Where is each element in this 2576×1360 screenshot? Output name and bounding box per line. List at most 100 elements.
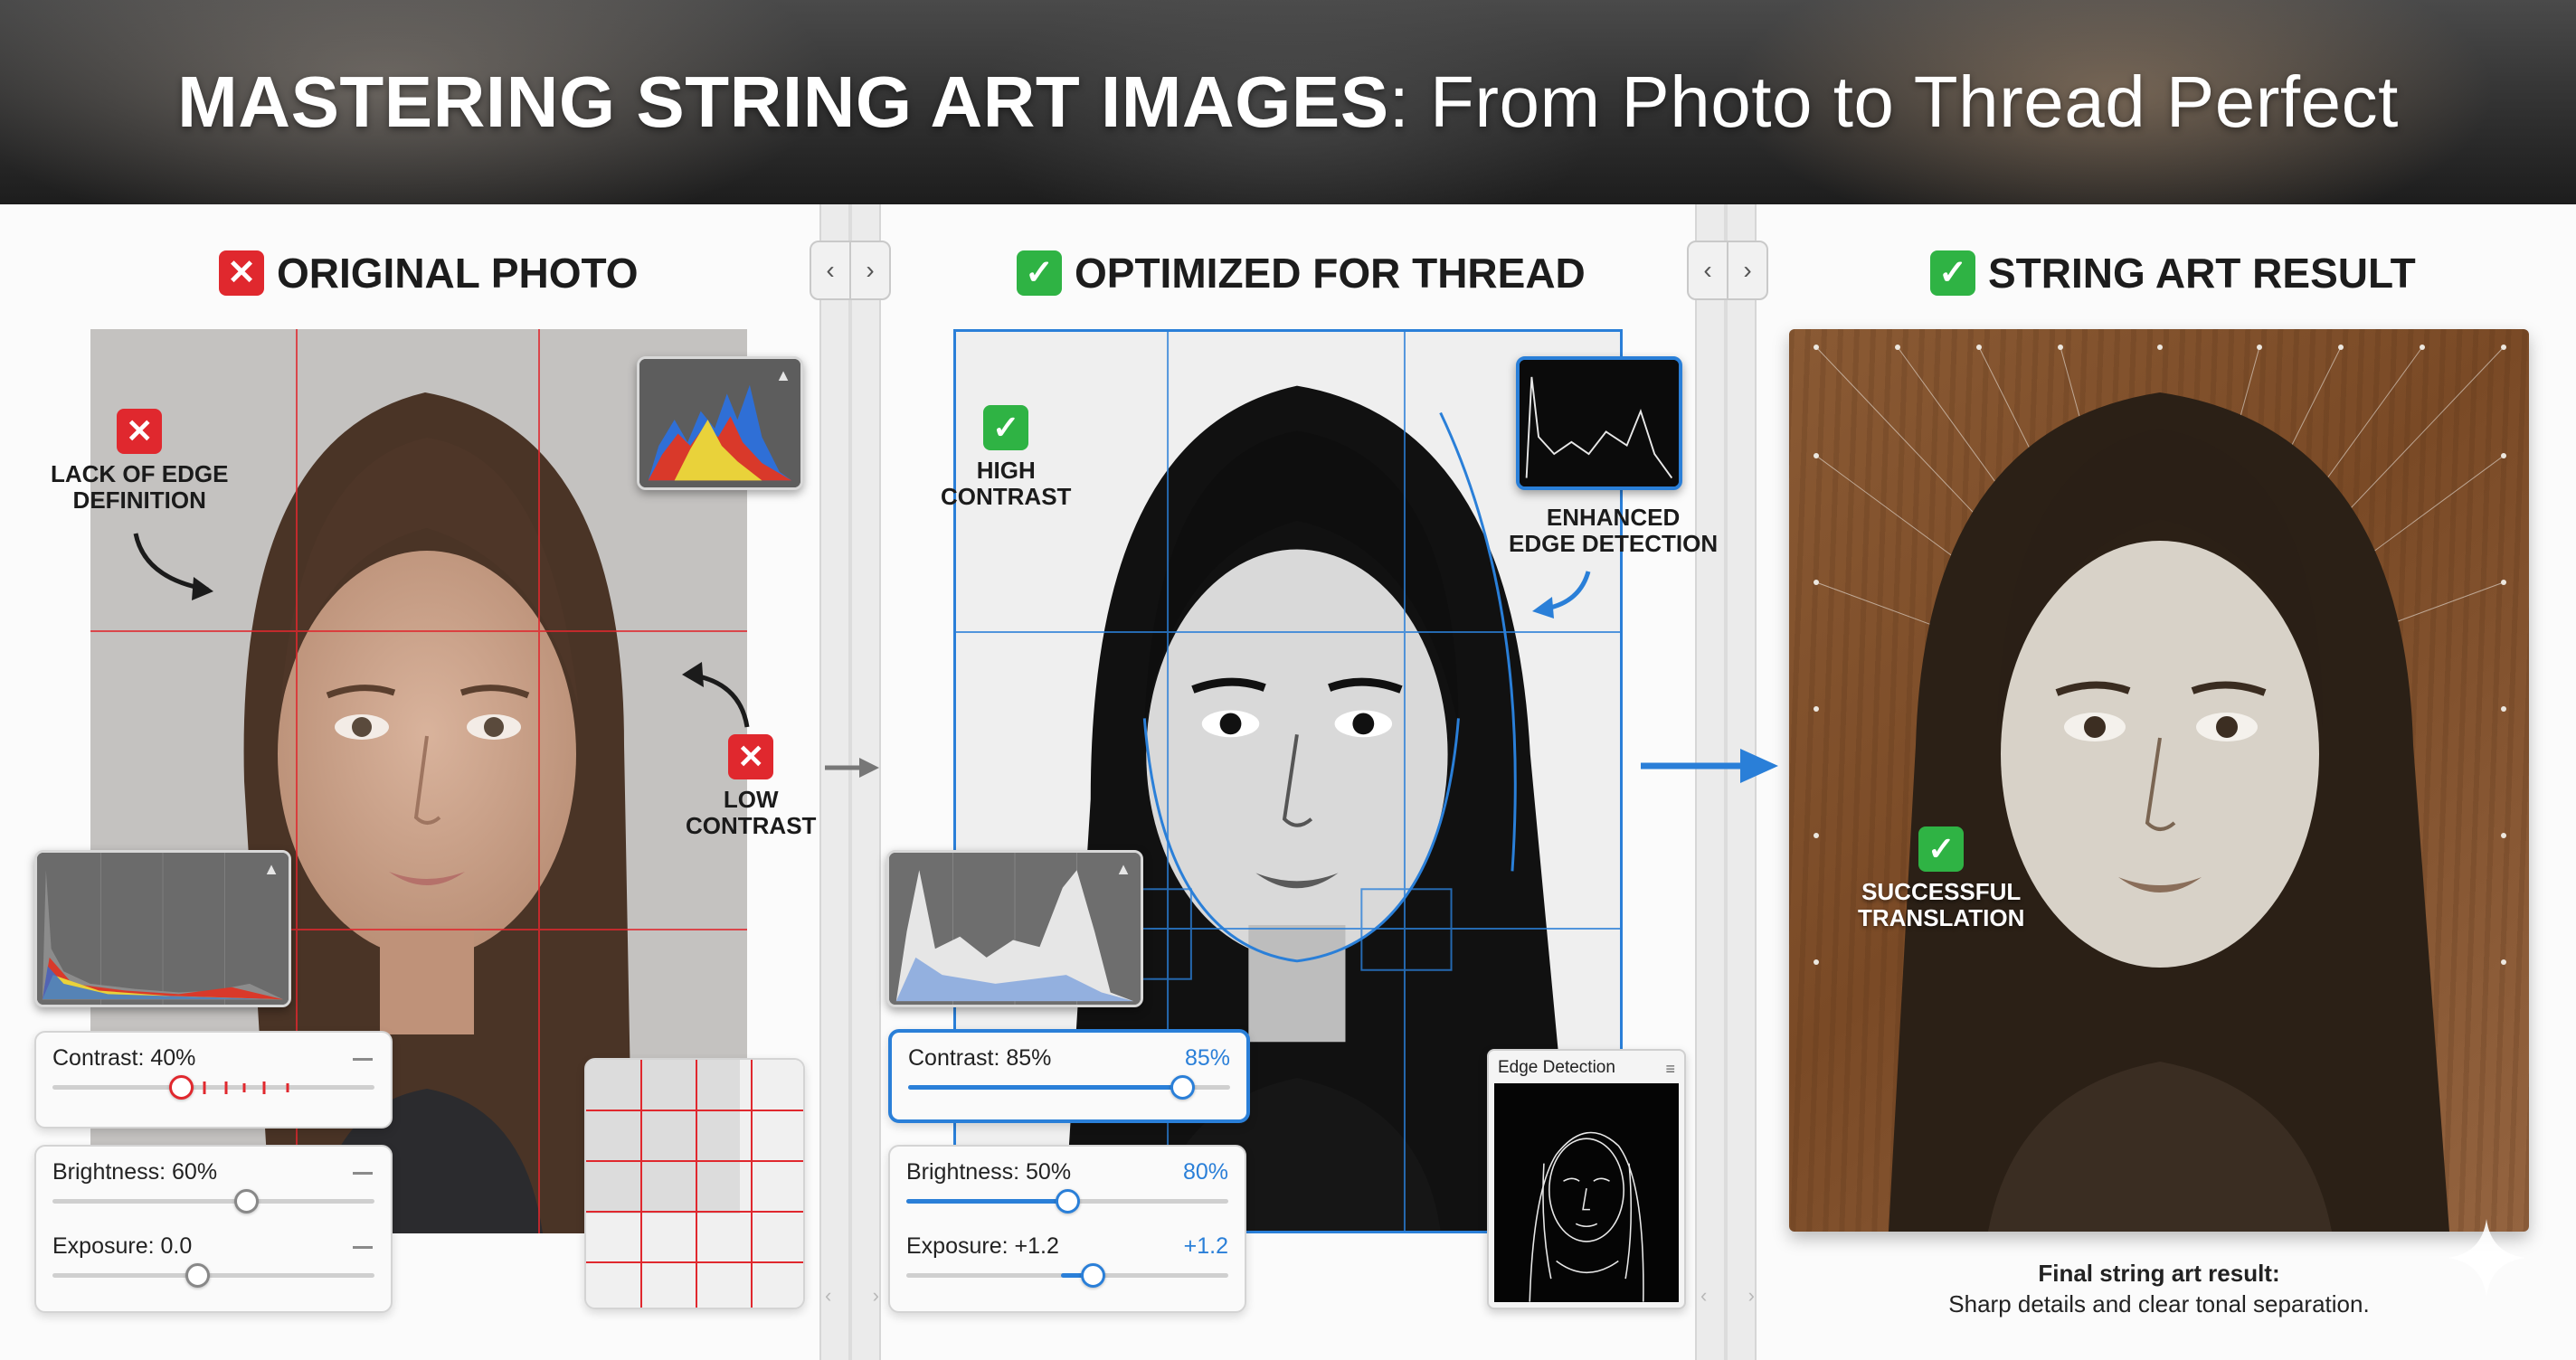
edge-sketch	[1529, 1131, 1644, 1302]
slider-label: Contrast: 85%	[908, 1045, 1052, 1071]
grid-overlay-thumbnail	[584, 1058, 805, 1309]
heading-optimized: ✓ OPTIMIZED FOR THREAD	[1017, 244, 1586, 302]
edge-detection-preview	[1494, 1083, 1679, 1302]
brightness-exposure-card: Brightness: 50% 80% Exposure: +1.2 +1.2	[888, 1145, 1246, 1313]
divider-nav-2: ‹ ›	[1687, 241, 1768, 300]
slider-label: Contrast: 40%	[52, 1045, 196, 1071]
menu-icon[interactable]: ≡	[1665, 1060, 1675, 1079]
slider-knob[interactable]	[185, 1263, 211, 1288]
divider-nav-1: ‹ ›	[810, 241, 891, 300]
heading-label: OPTIMIZED FOR THREAD	[1075, 250, 1586, 297]
exposure-slider[interactable]: Exposure: +1.2 +1.2	[906, 1233, 1228, 1297]
x-mark-icon: ✕	[219, 250, 264, 296]
histogram-graph	[889, 853, 1141, 1005]
slider-track[interactable]	[906, 1189, 1228, 1214]
slider-track[interactable]	[906, 1263, 1228, 1288]
slider-track[interactable]	[52, 1075, 374, 1100]
arrow-right-icon	[825, 758, 879, 778]
contrast-slider[interactable]: Contrast: 85% 85%	[908, 1045, 1230, 1109]
string-art-illustration	[1814, 345, 2506, 1232]
check-mark-icon: ✓	[983, 405, 1029, 450]
warning-icon: ▲	[775, 366, 791, 384]
heading-original-photo: ✕ ORIGINAL PHOTO	[219, 244, 639, 302]
slider-value: 80%	[1182, 1159, 1228, 1185]
brightness-slider[interactable]: Brightness: 60%	[52, 1159, 374, 1223]
slider-knob[interactable]	[1056, 1189, 1080, 1214]
callout-successful-translation: ✓ SUCCESSFUL TRANSLATION	[1858, 826, 2024, 931]
slider-fill	[908, 1085, 1182, 1090]
title-banner: MASTERING STRING ART IMAGES: From Photo …	[0, 0, 2576, 204]
curved-arrow-icon	[1532, 571, 1591, 619]
heading-label: ORIGINAL PHOTO	[277, 250, 639, 297]
callout-label: LOW CONTRAST	[686, 786, 817, 840]
heading-label: STRING ART RESULT	[1988, 250, 2416, 297]
nav-next-icon[interactable]: ›	[873, 1284, 879, 1320]
histogram-graph	[37, 853, 289, 1005]
nav-next-icon[interactable]: ›	[851, 242, 889, 298]
curved-arrow-icon	[133, 533, 213, 600]
caption-text: Sharp details and clear tonal separation…	[1948, 1289, 2370, 1318]
slider-knob[interactable]	[233, 1189, 259, 1214]
callout-label: LACK OF EDGE DEFINITION	[51, 460, 229, 515]
check-mark-icon: ✓	[1918, 826, 1965, 872]
slider-track[interactable]	[52, 1263, 374, 1288]
heading-result: ✓ STRING ART RESULT	[1930, 244, 2416, 302]
edge-detection-title: Edge Detection	[1498, 1058, 1615, 1077]
check-mark-icon: ✓	[1930, 250, 1975, 296]
brightness-slider[interactable]: Brightness: 50% 80%	[906, 1159, 1228, 1223]
slider-label: Brightness: 50%	[906, 1159, 1072, 1185]
page-title: MASTERING STRING ART IMAGES: From Photo …	[177, 61, 2399, 144]
nav-prev-icon[interactable]: ‹	[1700, 1284, 1707, 1320]
slider-label: Exposure: 0.0	[52, 1233, 193, 1259]
contrast-slider-card: Contrast: 40%	[34, 1031, 393, 1129]
slider-fill	[906, 1199, 1067, 1204]
collapse-icon[interactable]	[353, 1246, 373, 1249]
slider-label: Brightness: 60%	[52, 1159, 218, 1185]
nav-next-icon[interactable]: ›	[1728, 242, 1766, 298]
grid-lines	[586, 1060, 803, 1308]
curved-arrow-icon	[682, 662, 750, 728]
result-caption: Final string art result: Sharp details a…	[1789, 1259, 2529, 1320]
optimized-histogram	[1516, 356, 1682, 490]
string-art-result	[1789, 329, 2529, 1232]
arrow-right-icon	[1641, 749, 1778, 783]
page-title-bold: MASTERING STRING ART IMAGES	[177, 61, 1389, 142]
caption-title: Final string art result:	[2038, 1260, 2280, 1287]
slider-knob[interactable]	[1081, 1263, 1106, 1288]
collapse-icon[interactable]	[353, 1172, 373, 1175]
contrast-slider[interactable]: Contrast: 40%	[52, 1045, 374, 1109]
callout-edge-definition: ✕ LACK OF EDGE DEFINITION	[51, 409, 228, 514]
callout-label: HIGH CONTRAST	[941, 457, 1072, 511]
slider-track[interactable]	[52, 1189, 374, 1214]
warning-icon: ▲	[263, 860, 279, 878]
nav-prev-icon[interactable]: ‹	[1689, 242, 1728, 298]
check-mark-icon: ✓	[1017, 250, 1062, 296]
panel-divider-1[interactable]	[819, 204, 881, 1360]
slider-label: Exposure: +1.2	[906, 1233, 1059, 1259]
brightness-exposure-card: Brightness: 60% Exposure: 0.0	[34, 1145, 393, 1313]
callout-high-contrast: ✓ HIGH CONTRAST	[941, 405, 1071, 510]
callout-edge-detection: ENHANCED EDGE DETECTION	[1509, 504, 1719, 558]
warning-icon: ▲	[1115, 860, 1132, 878]
slider-knob[interactable]	[1170, 1075, 1195, 1100]
collapse-icon[interactable]	[353, 1058, 373, 1061]
edge-detection-panel: Edge Detection ≡	[1487, 1049, 1686, 1309]
luminance-histogram: ▲	[34, 850, 291, 1007]
slider-track[interactable]	[908, 1075, 1230, 1100]
x-mark-icon: ✕	[117, 409, 163, 454]
nav-prev-icon[interactable]: ‹	[811, 242, 851, 298]
optimized-luminance-histogram: ▲	[886, 850, 1143, 1007]
tick-marks	[203, 1081, 289, 1094]
color-histogram: ▲	[637, 356, 803, 490]
callout-label: SUCCESSFUL TRANSLATION	[1858, 878, 2025, 932]
divider-nav-bottom-2: ‹ ›	[1700, 1284, 1755, 1320]
x-mark-icon: ✕	[728, 734, 774, 779]
page-title-rest: : From Photo to Thread Perfect	[1388, 61, 2399, 142]
exposure-slider[interactable]: Exposure: 0.0	[52, 1233, 374, 1297]
nav-next-icon[interactable]: ›	[1748, 1284, 1755, 1320]
callout-low-contrast: ✕ LOW CONTRAST	[686, 734, 816, 839]
callout-label: ENHANCED EDGE DETECTION	[1509, 504, 1719, 558]
slider-knob[interactable]	[169, 1075, 194, 1100]
slider-value: +1.2	[1183, 1233, 1228, 1259]
nav-prev-icon[interactable]: ‹	[825, 1284, 831, 1320]
